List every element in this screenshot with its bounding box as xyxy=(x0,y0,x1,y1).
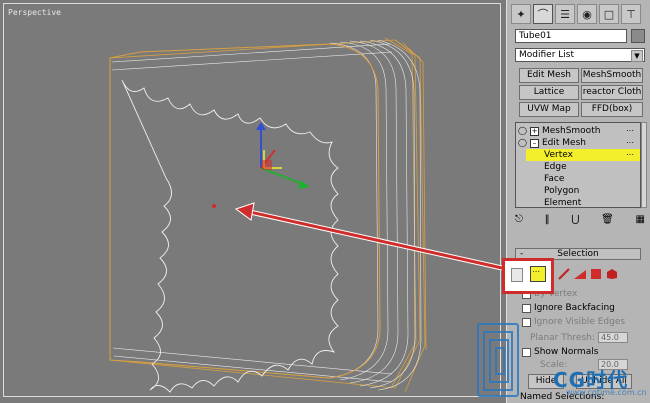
stack-label-vertex: Vertex xyxy=(544,150,573,160)
perspective-viewport[interactable]: Perspective xyxy=(0,0,506,403)
expand-plus-icon[interactable]: + xyxy=(530,127,539,136)
object-name-field[interactable]: Tube01 xyxy=(515,29,627,43)
make-unique-icon[interactable]: ⋃ xyxy=(571,214,579,225)
modifier-list-label: Modifier List xyxy=(519,50,574,60)
collapse-minus-icon[interactable]: – xyxy=(530,139,539,148)
pin-stack-icon[interactable]: ⎋ xyxy=(515,214,523,225)
tube-wireframe[interactable] xyxy=(0,0,506,403)
object-color-swatch[interactable] xyxy=(631,29,645,43)
meshsmooth-button[interactable]: MeshSmooth xyxy=(581,68,643,83)
modifier-stack[interactable]: ◯ + MeshSmooth ⋯ ◯ – Edit Mesh ⋯ Vertex … xyxy=(515,122,641,208)
selection-rollout-title: Selection xyxy=(557,249,599,259)
ignore-backfacing-label: Ignore Backfacing xyxy=(534,303,615,313)
stack-scrollbar[interactable] xyxy=(641,122,647,208)
stack-item-element[interactable]: Element xyxy=(544,197,581,209)
stack-item-vertex[interactable]: Vertex ⋯ xyxy=(526,149,640,161)
remove-modifier-icon[interactable]: 🗑 xyxy=(601,214,614,225)
display-icon[interactable]: □ xyxy=(599,4,619,24)
vertex-dots-icon: ⋯ xyxy=(626,150,634,159)
reactor-cloth-button[interactable]: reactor Cloth xyxy=(581,85,643,100)
vertex-mode-placeholder-icon[interactable] xyxy=(511,268,523,282)
lightbulb-icon[interactable]: ◯ xyxy=(518,137,527,149)
stack-item-edit-mesh[interactable]: ◯ – Edit Mesh ⋯ xyxy=(516,137,640,149)
uvw-map-button[interactable]: UVW Map xyxy=(519,102,579,117)
stack-item-meshsmooth[interactable]: ◯ + MeshSmooth ⋯ xyxy=(516,125,640,137)
vertex-dots-icon: ⋯ xyxy=(626,138,634,147)
modifier-list-dropdown[interactable]: Modifier List ▼ xyxy=(515,48,645,62)
max-window: Perspective ✦ ⌒ ☰ ◉ □ ⊤ Tube01 Modifier … xyxy=(0,0,650,403)
vertex-dots-icon: ⋯ xyxy=(532,267,540,276)
pivot-point xyxy=(212,204,216,208)
stack-item-face[interactable]: Face xyxy=(544,173,564,185)
lattice-button[interactable]: Lattice xyxy=(519,85,579,100)
ignore-backfacing-checkbox[interactable] xyxy=(522,304,531,313)
selection-icons-callout: ⋯ xyxy=(502,258,554,294)
vertex-dots-icon: ⋯ xyxy=(626,126,634,135)
viewport-label[interactable]: Perspective xyxy=(8,8,61,17)
create-icon[interactable]: ✦ xyxy=(511,4,531,24)
chevron-down-icon[interactable]: ▼ xyxy=(631,50,643,62)
ffd-box-button[interactable]: FFD(box) xyxy=(581,102,643,117)
stack-label-edit-mesh: Edit Mesh xyxy=(542,138,586,148)
hierarchy-icon[interactable]: ☰ xyxy=(555,4,575,24)
element-mode-icon[interactable] xyxy=(601,264,623,284)
callout-arrow xyxy=(234,202,503,271)
modify-icon[interactable]: ⌒ xyxy=(533,4,553,24)
watermark-url: www.cgtime.com.cn xyxy=(566,388,647,397)
stack-item-polygon[interactable]: Polygon xyxy=(544,185,579,197)
edit-mesh-button[interactable]: Edit Mesh xyxy=(519,68,579,83)
utilities-icon[interactable]: ⊤ xyxy=(621,4,641,24)
command-panel-tabs: ✦ ⌒ ☰ ◉ □ ⊤ xyxy=(511,4,641,26)
stack-item-edge[interactable]: Edge xyxy=(544,161,567,173)
stack-toolbar: ⎋ ‖ ⋃ 🗑 ▦ xyxy=(515,212,645,226)
motion-icon[interactable]: ◉ xyxy=(577,4,597,24)
stack-label-meshsmooth: MeshSmooth xyxy=(542,126,601,136)
configure-sets-icon[interactable]: ▦ xyxy=(636,214,645,225)
transform-gizmo xyxy=(256,122,310,189)
lightbulb-icon[interactable]: ◯ xyxy=(518,125,527,137)
show-end-result-icon[interactable]: ‖ xyxy=(545,214,550,225)
